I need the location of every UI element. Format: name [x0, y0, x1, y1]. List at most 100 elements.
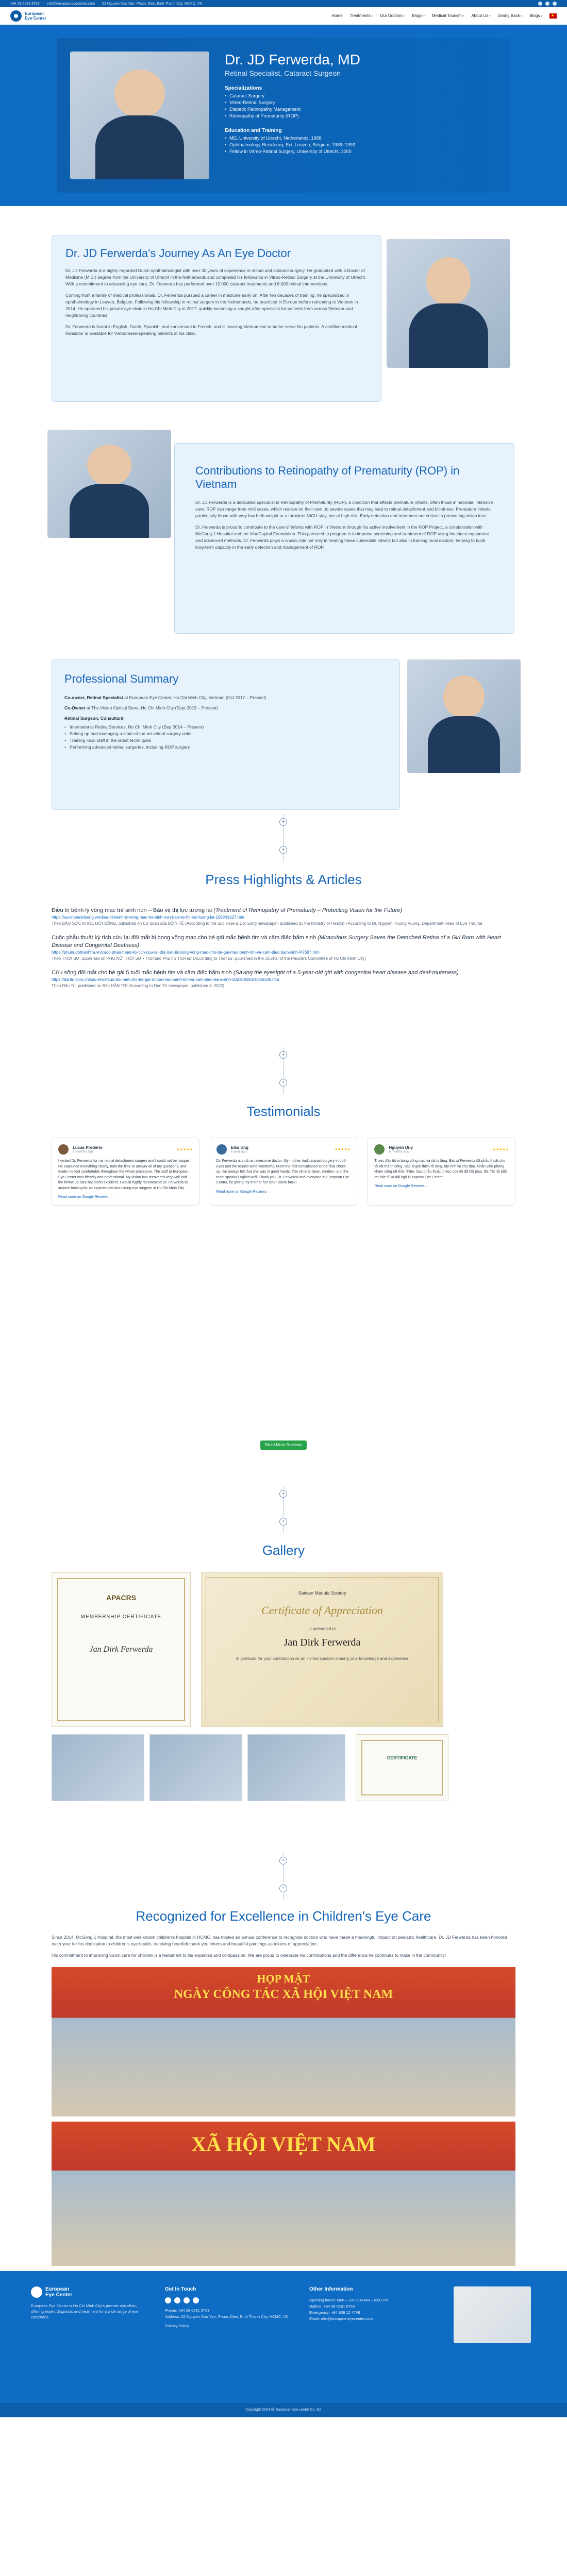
- press-section: Press Highlights & Articles Điều trị bện…: [0, 861, 567, 1047]
- tiktok-icon[interactable]: [193, 2297, 199, 2303]
- award-photo[interactable]: [149, 1734, 242, 1801]
- nav-item-giving-back[interactable]: Giving Back: [498, 13, 522, 18]
- list-item: Training local staff in the latest techn…: [64, 737, 387, 744]
- plus-icon: +: [279, 1885, 287, 1892]
- plus-icon: +: [279, 1857, 287, 1865]
- vietnam-flag-icon[interactable]: [549, 13, 557, 19]
- footer-socials: [165, 2297, 289, 2303]
- youtube-icon[interactable]: [184, 2297, 190, 2303]
- journey-paragraph: Dr. Ferwerda is fluent in English, Dutch…: [65, 324, 357, 336]
- review-text: Dr. Ferwerda is such an awesome doctor. …: [216, 1159, 349, 1184]
- privacy-policy-link[interactable]: Privacy Policy: [165, 2323, 289, 2329]
- appreciation-certificate-image[interactable]: Saiwan Macula Society Certificate of App…: [201, 1572, 443, 1727]
- google-review-link[interactable]: Read more on Google Reviews →: [216, 1190, 351, 1194]
- nav-item-treatments[interactable]: Treatments: [350, 13, 373, 18]
- review-date: 8 months ago: [389, 1150, 409, 1154]
- facebook-icon[interactable]: [165, 2297, 171, 2303]
- nav-item-blogs[interactable]: Blogs: [412, 13, 425, 18]
- review-card: Lucas Prederio 6 months ago ★★★★★ I visi…: [52, 1138, 199, 1206]
- position-2: Co-Owner at The Vision Optical Store, Ho…: [64, 705, 218, 710]
- google-review-link[interactable]: Read more on Google Reviews →: [374, 1184, 509, 1188]
- plus-icon: +: [279, 1051, 287, 1059]
- footer-contact: Get In Touch Phone: +84 28 6281 8753 Add…: [165, 2286, 289, 2329]
- list-item: Vitreo-Retinal Surgery: [225, 99, 360, 106]
- summary-section: Professional Summary Co-owner, Retinal S…: [0, 644, 567, 814]
- list-item: Retinopathy of Prematurity (ROP): [225, 113, 360, 120]
- membership-certificate-image[interactable]: APACRS MEMBERSHIP CERTIFICATE Jan Dirk F…: [52, 1572, 191, 1727]
- specializations-list: Cataract Surgery Vitreo-Retinal Surgery …: [225, 93, 360, 120]
- gallery-heading: Gallery: [262, 1543, 305, 1558]
- review-text: Trước đây tôi bị bong võng mạc và rất lo…: [374, 1159, 507, 1179]
- press-item: Cuộc phẫu thuật kỳ tích cứu lại đôi mắt …: [52, 934, 515, 962]
- doctor-title: Retinal Specialist, Cataract Surgeon: [225, 69, 341, 77]
- journey-section: Dr. JD Ferwerda's Journey As An Eye Doct…: [0, 206, 567, 428]
- journey-paragraph: Coming from a family of medical professi…: [65, 293, 358, 318]
- plus-icon: +: [279, 1490, 287, 1498]
- testimonials-section: Testimonials Lucas Prederio 6 months ago…: [0, 1094, 567, 1486]
- nav-item-blogs-2[interactable]: Blogs: [529, 13, 542, 18]
- section-connector: + +: [0, 814, 567, 861]
- facebook-icon[interactable]: [538, 2, 542, 6]
- nav-item-medical-tourism[interactable]: Medical Tourism: [432, 13, 464, 18]
- plus-icon: +: [279, 1518, 287, 1526]
- read-more-reviews-button[interactable]: Read More Reviews: [260, 1440, 307, 1450]
- specializations-label: Specializations: [225, 86, 262, 91]
- event-photo[interactable]: HỌP MẶT NGÀY CÔNG TÁC XÃ HỘI VIỆT NAM: [52, 1967, 515, 2116]
- topbar-address: 52 Nguyen Cuu Van, Phuoc Dien, Binh Than…: [102, 2, 203, 6]
- recognition-paragraph: His commitment to improving vision care …: [52, 1953, 446, 1958]
- journey-paragraph: Dr. JD Ferwerda is a highly regarded Dut…: [65, 268, 366, 286]
- logo[interactable]: European Eye Center: [10, 10, 46, 22]
- reviewer-name: Elsa Ung: [230, 1145, 248, 1150]
- press-link[interactable]: https://dantri.com.vn/suc-khoe/cuu-doi-m…: [52, 977, 515, 983]
- role-title: Retinal Surgeon, Consultant: [64, 716, 124, 721]
- award-photo[interactable]: [247, 1734, 345, 1801]
- press-list: Điều trị bệnh lý võng mạc trẻ sinh non –…: [52, 907, 515, 996]
- footer-phone[interactable]: Phone: +84 28 6281 8753: [165, 2308, 289, 2314]
- footer-logo[interactable]: European Eye Center: [31, 2286, 144, 2298]
- press-meta: Theo BÁO SỨC KHỎE ĐỜI SỐNG, published on…: [52, 921, 482, 926]
- list-item: International Retina Services, Ho Chi Mi…: [64, 724, 387, 731]
- press-link[interactable]: https://suckhoedoisong.vn/dieu-tri-benh-…: [52, 914, 515, 921]
- recognition-heading: Recognized for Excellence in Children's …: [136, 1908, 431, 1924]
- info-row: Emergency: +84 909 12 4748: [309, 2310, 360, 2315]
- plus-icon: +: [279, 818, 287, 826]
- press-heading: Press Highlights & Articles: [205, 872, 362, 887]
- topbar-phone[interactable]: +84 28 6281 8753: [10, 2, 40, 6]
- review-card: Elsa Ung a year ago ★★★★★ Dr. Ferwerda i…: [209, 1138, 358, 1206]
- event-photo[interactable]: XÃ HỘI VIỆT NAM: [52, 2122, 515, 2266]
- press-item: Điều trị bệnh lý võng mạc trẻ sinh non –…: [52, 907, 515, 927]
- recognition-section: Recognized for Excellence in Children's …: [0, 1900, 567, 2271]
- list-item: Ophthalmology Residency, Eci, Leuven, Be…: [225, 142, 360, 148]
- plus-icon: +: [279, 846, 287, 854]
- education-label: Education and Training: [225, 128, 282, 133]
- certificate-image[interactable]: CERTIFICATE: [356, 1734, 448, 1801]
- reviews-row: Lucas Prederio 6 months ago ★★★★★ I visi…: [52, 1138, 516, 1206]
- surgery-photo: [407, 659, 521, 773]
- youtube-icon[interactable]: [553, 2, 557, 6]
- topbar-email[interactable]: info@europeaneyecenter.com: [47, 2, 95, 6]
- journey-heading: Dr. JD Ferwerda's Journey As An Eye Doct…: [65, 247, 291, 260]
- rop-paragraph: Dr. JD Ferwerda is a dedicated specialis…: [195, 500, 493, 518]
- info-row: Opening hours: Mon – Sat 8:00 AM – 6:00 …: [309, 2298, 389, 2302]
- google-review-link[interactable]: Read more on Google Reviews →: [58, 1195, 193, 1199]
- nav-item-doctors[interactable]: Our Doctors: [380, 13, 405, 18]
- position-1: Co-owner, Retinal Specialist at European…: [64, 695, 266, 700]
- doctor-portrait: [70, 52, 209, 179]
- nav-item-home[interactable]: Home: [331, 13, 342, 18]
- press-meta: Theo Dân Trí, published on Báo DÂN TRÍ (…: [52, 984, 225, 988]
- instagram-icon[interactable]: [174, 2297, 180, 2303]
- footer-brand: European Eye Center European Eye Center …: [31, 2286, 144, 2320]
- instagram-icon[interactable]: [545, 2, 549, 6]
- avatar: [374, 1144, 385, 1155]
- review-text: I visited Dr. Ferwerda for my retinal de…: [58, 1159, 191, 1190]
- section-connector: + +: [0, 1486, 567, 1533]
- location-map[interactable]: [454, 2286, 531, 2343]
- testimonials-heading: Testimonials: [246, 1104, 321, 1119]
- nav-item-about[interactable]: About Us: [471, 13, 491, 18]
- eye-logo-icon: [10, 10, 22, 22]
- nav-menu: Home Treatments Our Doctors Blogs Medica…: [331, 13, 542, 18]
- award-photo[interactable]: [52, 1734, 144, 1801]
- footer-other-info: Other Information Opening hours: Mon – S…: [309, 2286, 443, 2322]
- press-link[interactable]: https://phunudothanhtra.vn/cuoc-phau-thu…: [52, 950, 515, 956]
- star-rating-icon: ★★★★★: [176, 1148, 193, 1151]
